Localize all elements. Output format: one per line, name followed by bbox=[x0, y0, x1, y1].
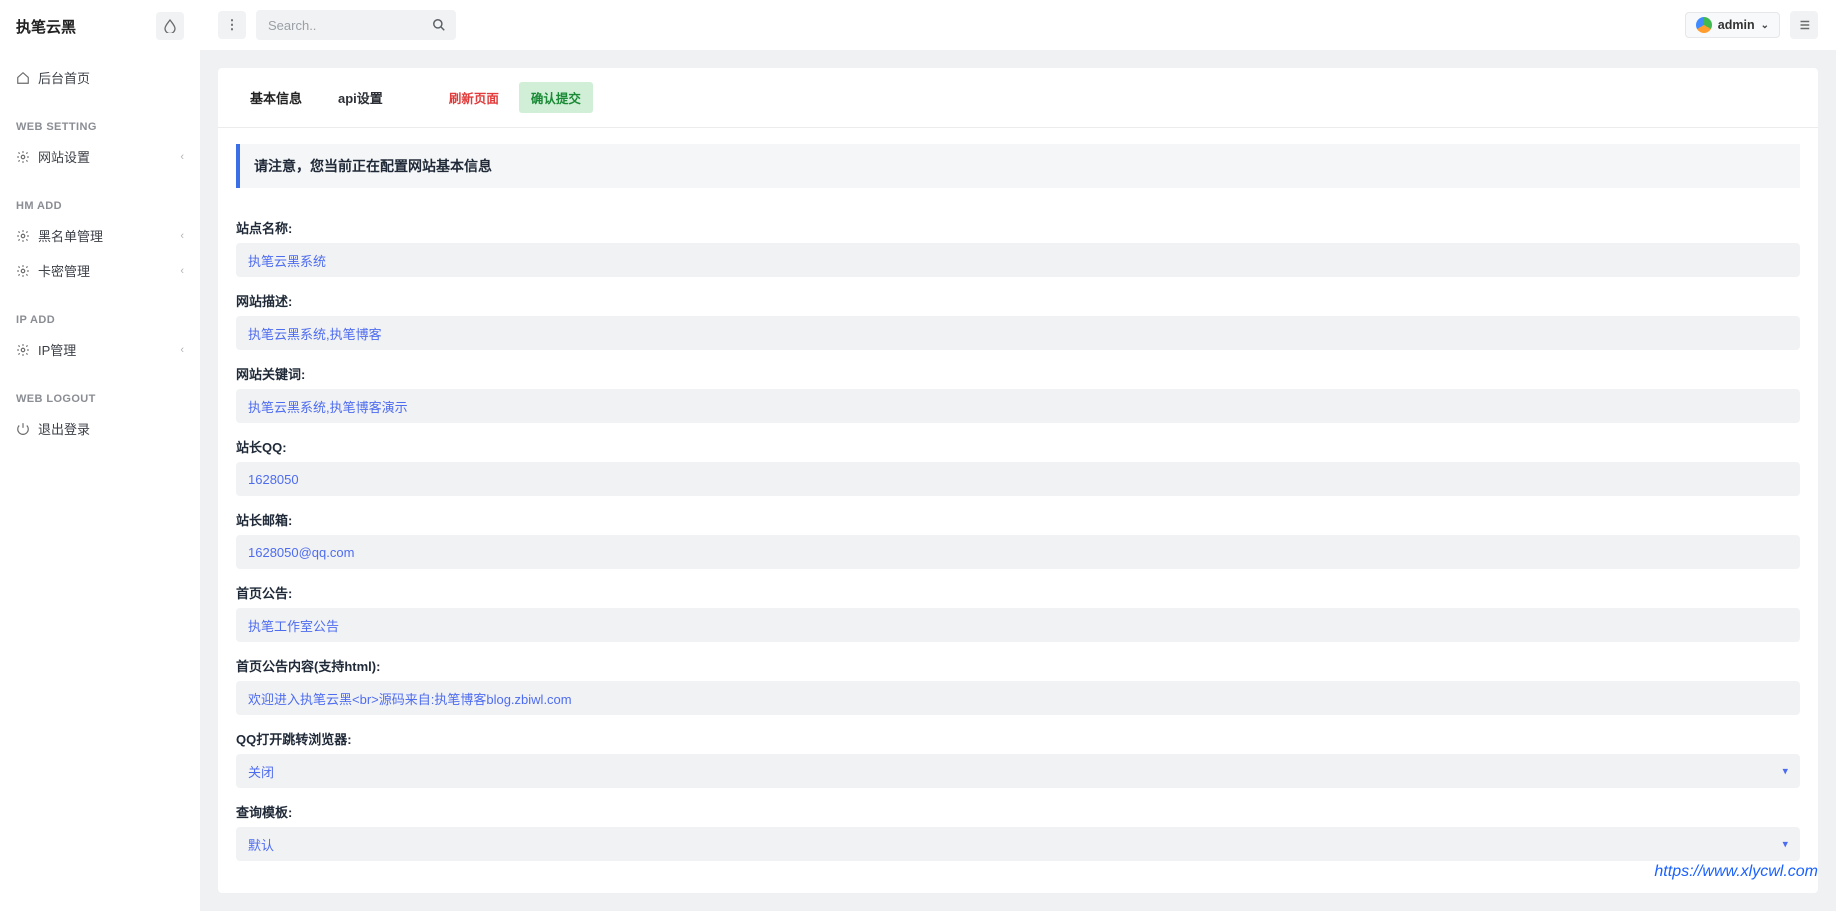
tabs-row: 基本信息 api设置 刷新页面 确认提交 bbox=[218, 68, 1818, 128]
field-label: 查询模板: bbox=[236, 802, 1800, 821]
content-area: 基本信息 api设置 刷新页面 确认提交 请注意，您当前正在配置网站基本信息 站… bbox=[200, 50, 1836, 911]
field-label: 网站描述: bbox=[236, 291, 1800, 310]
chevron-left-icon: ‹ bbox=[180, 230, 184, 242]
nav-item-blacklist[interactable]: 黑名单管理 ‹ bbox=[0, 218, 200, 253]
field-home-notice-content: 首页公告内容(支持html): bbox=[236, 656, 1800, 715]
user-name: admin bbox=[1718, 18, 1755, 32]
chevron-down-icon: ⌄ bbox=[1761, 20, 1769, 31]
nav-item-home[interactable]: 后台首页 bbox=[0, 60, 200, 95]
gear-icon bbox=[16, 343, 30, 357]
basic-info-form: 站点名称: 网站描述: 网站关键词: 站长QQ: bbox=[218, 200, 1818, 865]
site-desc-input[interactable] bbox=[236, 316, 1800, 350]
user-menu[interactable]: admin ⌄ bbox=[1685, 12, 1780, 38]
search-input[interactable] bbox=[256, 10, 456, 40]
menu-toggle-button[interactable]: ⋮ bbox=[218, 11, 246, 39]
gear-icon bbox=[16, 150, 30, 164]
nav-section-logout: WEB LOGOUT 退出登录 bbox=[0, 375, 200, 454]
nav-heading: WEB SETTING bbox=[0, 111, 200, 139]
field-site-keywords: 网站关键词: bbox=[236, 364, 1800, 423]
field-query-template: 查询模板: ▾ bbox=[236, 802, 1800, 861]
nav-item-label: 后台首页 bbox=[38, 68, 90, 87]
dots-vertical-icon: ⋮ bbox=[226, 17, 239, 33]
query-template-select[interactable] bbox=[236, 827, 1800, 861]
nav-section-web-setting: WEB SETTING 网站设置 ‹ bbox=[0, 103, 200, 182]
home-notice-content-input[interactable] bbox=[236, 681, 1800, 715]
field-qq-jump: QQ打开跳转浏览器: ▾ bbox=[236, 729, 1800, 788]
refresh-button[interactable]: 刷新页面 bbox=[437, 82, 511, 113]
home-notice-input[interactable] bbox=[236, 608, 1800, 642]
nav-section-hm-add: HM ADD 黑名单管理 ‹ 卡密管理 ‹ bbox=[0, 182, 200, 296]
theme-toggle-button[interactable] bbox=[156, 12, 184, 40]
nav-item-label: 网站设置 bbox=[38, 147, 90, 166]
gear-icon bbox=[16, 264, 30, 278]
gear-icon bbox=[16, 229, 30, 243]
admin-qq-input[interactable] bbox=[236, 462, 1800, 496]
field-label: 首页公告内容(支持html): bbox=[236, 656, 1800, 675]
nav-item-label: IP管理 bbox=[38, 340, 76, 359]
chevron-left-icon: ‹ bbox=[180, 151, 184, 163]
chevron-left-icon: ‹ bbox=[180, 265, 184, 277]
main: ⋮ admin ⌄ bbox=[200, 0, 1836, 911]
field-label: 站点名称: bbox=[236, 218, 1800, 237]
watermark-text: https://www.xlycwl.com bbox=[1654, 863, 1818, 881]
nav-item-card-key[interactable]: 卡密管理 ‹ bbox=[0, 253, 200, 288]
nav-heading: HM ADD bbox=[0, 190, 200, 218]
search-wrap bbox=[256, 10, 456, 40]
search-icon bbox=[432, 18, 446, 32]
settings-panel: 基本信息 api设置 刷新页面 确认提交 请注意，您当前正在配置网站基本信息 站… bbox=[218, 68, 1818, 893]
sidebar: 执笔云黑 后台首页 WEB SETTING bbox=[0, 0, 200, 911]
site-title: 执笔云黑 bbox=[16, 16, 76, 37]
tab-api-settings[interactable]: api设置 bbox=[324, 80, 397, 115]
site-name-input[interactable] bbox=[236, 243, 1800, 277]
nav-item-web-setting[interactable]: 网站设置 ‹ bbox=[0, 139, 200, 174]
nav-section-ip-add: IP ADD IP管理 ‹ bbox=[0, 296, 200, 375]
nav-section-home: 后台首页 bbox=[0, 52, 200, 103]
site-keywords-input[interactable] bbox=[236, 389, 1800, 423]
nav-heading: IP ADD bbox=[0, 304, 200, 332]
power-icon bbox=[16, 422, 30, 436]
right-panel-toggle[interactable] bbox=[1790, 11, 1818, 39]
nav-item-label: 卡密管理 bbox=[38, 261, 90, 280]
chevron-left-icon: ‹ bbox=[180, 344, 184, 356]
list-icon bbox=[1797, 19, 1811, 31]
nav-item-logout[interactable]: 退出登录 bbox=[0, 411, 200, 446]
qq-jump-select[interactable] bbox=[236, 754, 1800, 788]
nav-heading: WEB LOGOUT bbox=[0, 383, 200, 411]
field-admin-email: 站长邮箱: bbox=[236, 510, 1800, 569]
nav-item-ip-manage[interactable]: IP管理 ‹ bbox=[0, 332, 200, 367]
notice-banner: 请注意，您当前正在配置网站基本信息 bbox=[236, 144, 1800, 188]
field-home-notice: 首页公告: bbox=[236, 583, 1800, 642]
avatar-icon bbox=[1696, 17, 1712, 33]
field-label: 网站关键词: bbox=[236, 364, 1800, 383]
field-label: 首页公告: bbox=[236, 583, 1800, 602]
submit-button[interactable]: 确认提交 bbox=[519, 82, 593, 113]
field-label: 站长QQ: bbox=[236, 437, 1800, 456]
droplet-icon bbox=[164, 19, 176, 33]
field-site-desc: 网站描述: bbox=[236, 291, 1800, 350]
nav-item-label: 退出登录 bbox=[38, 419, 90, 438]
field-label: QQ打开跳转浏览器: bbox=[236, 729, 1800, 748]
field-site-name: 站点名称: bbox=[236, 218, 1800, 277]
home-icon bbox=[16, 71, 30, 85]
nav-item-label: 黑名单管理 bbox=[38, 226, 103, 245]
field-admin-qq: 站长QQ: bbox=[236, 437, 1800, 496]
admin-email-input[interactable] bbox=[236, 535, 1800, 569]
sidebar-header: 执笔云黑 bbox=[0, 0, 200, 52]
topbar: ⋮ admin ⌄ bbox=[200, 0, 1836, 50]
field-label: 站长邮箱: bbox=[236, 510, 1800, 529]
tab-basic-info[interactable]: 基本信息 bbox=[236, 80, 316, 115]
